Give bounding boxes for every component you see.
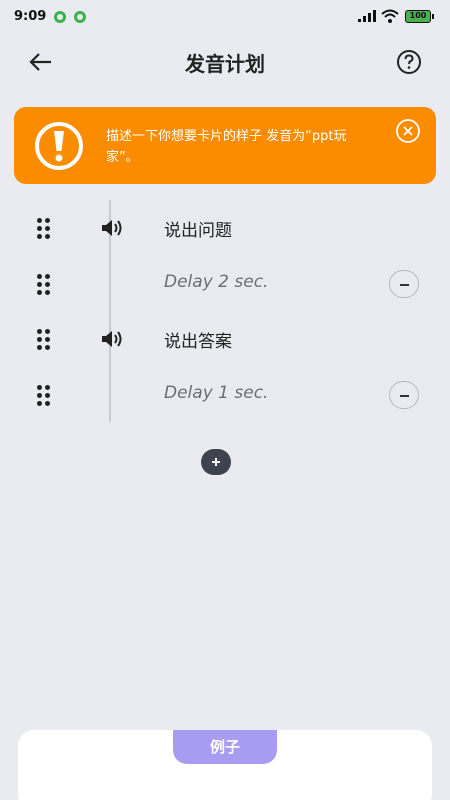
close-circle-icon[interactable] [395,118,421,144]
minus-icon [400,284,409,286]
minus-icon [400,395,409,397]
speaker-icon [102,331,122,347]
drag-handle-icon[interactable] [37,385,53,407]
remove-step-button[interactable] [389,270,419,298]
wifi-icon [381,9,399,23]
info-banner: 描述一下你想要卡片的样子 发音为“ppt玩家”。 [14,107,436,184]
page-title: 发音计划 [185,52,265,76]
drag-handle-icon[interactable] [37,329,53,351]
speaker-icon [102,220,122,236]
status-bar: 9:09 100 [0,0,450,34]
step-label[interactable]: 说出答案 [164,327,232,352]
header: 发音计划 [0,36,450,88]
step-speak-answer: 说出答案 [0,311,450,367]
signal-icon [358,10,376,22]
drag-handle-icon[interactable] [37,274,53,296]
step-delay: Delay 2 sec. [0,256,450,312]
status-time: 9:09 [14,9,47,24]
step-label[interactable]: 说出问题 [164,216,232,241]
step-speak-question: 说出问题 [0,200,450,256]
banner-text: 描述一下你想要卡片的样子 发音为“ppt玩家”。 [106,129,347,165]
delay-label[interactable]: Delay 1 sec. [164,383,268,403]
notification-icon [54,11,66,23]
add-step-button[interactable] [201,449,231,475]
step-delay: Delay 1 sec. [0,367,450,423]
remove-step-button[interactable] [389,381,419,409]
drag-handle-icon[interactable] [37,218,53,240]
question-circle-icon[interactable] [396,49,422,75]
example-tab[interactable]: 例子 [173,730,277,764]
battery-icon: 100 [405,10,434,23]
delay-label[interactable]: Delay 2 sec. [164,272,268,292]
notification-icon [74,11,86,23]
exclamation-circle-icon [35,122,83,170]
